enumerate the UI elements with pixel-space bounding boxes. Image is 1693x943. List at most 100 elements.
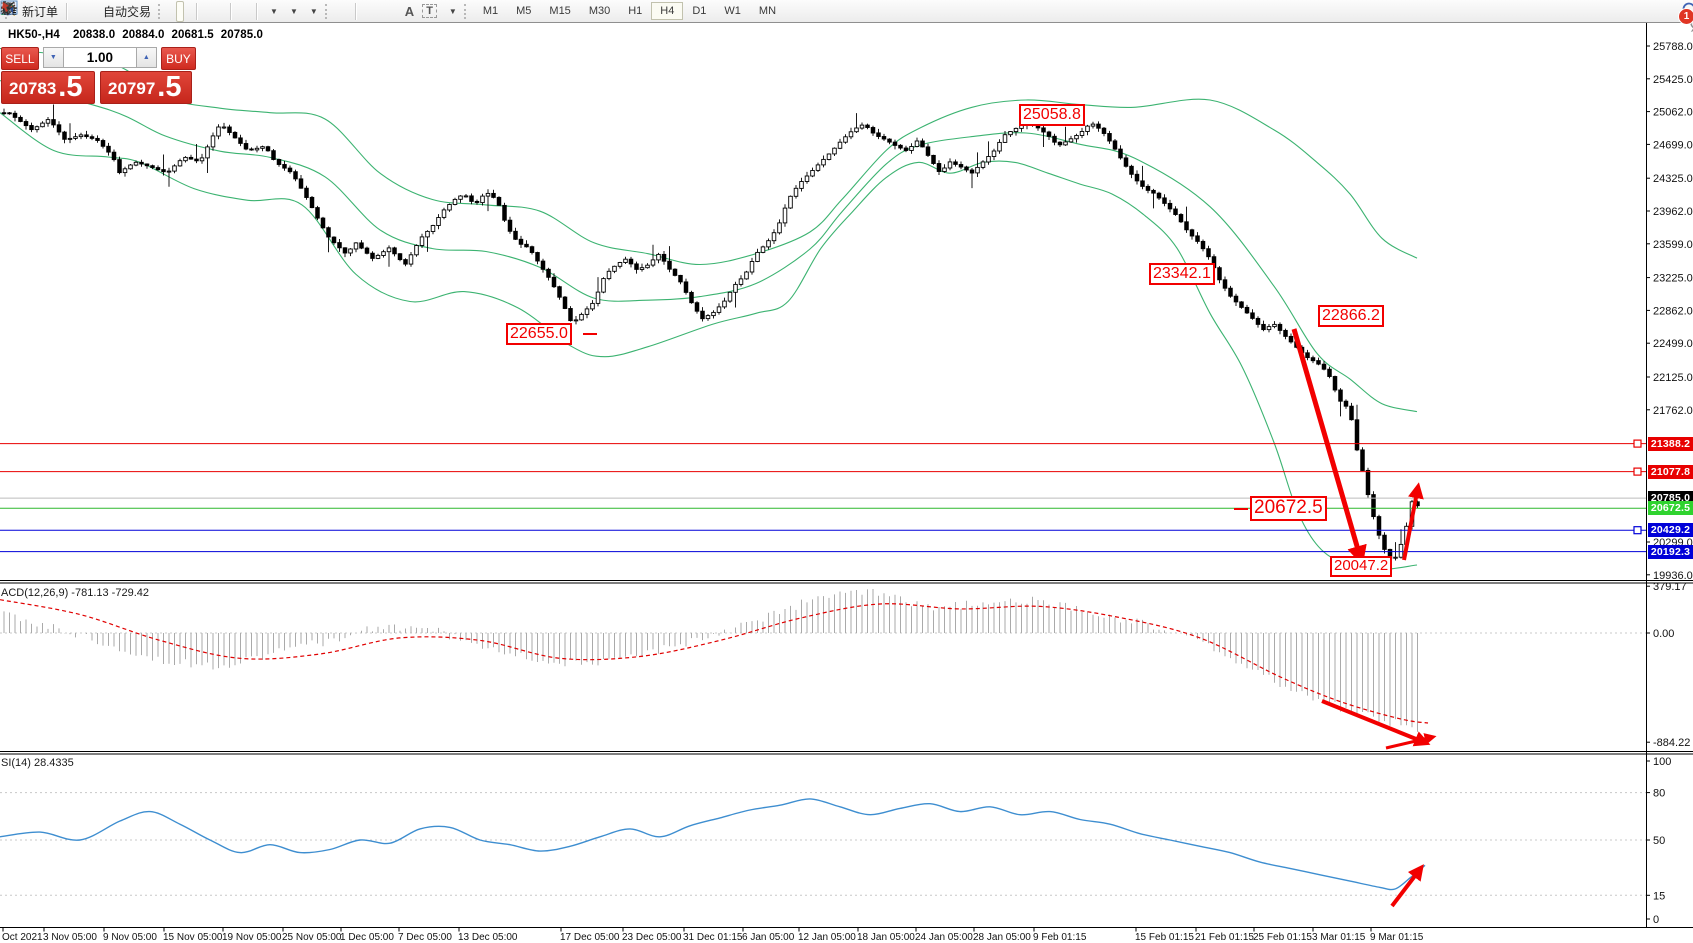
fibonacci-button[interactable]: F [393, 1, 401, 22]
svg-text:0.00: 0.00 [1653, 628, 1674, 640]
timeframe-button-d1[interactable]: D1 [683, 2, 715, 20]
time-axis-label: 7 Dec 05:00 [398, 932, 452, 943]
time-axis-label: 13 Dec 05:00 [458, 932, 518, 943]
cloud-button[interactable] [80, 1, 88, 22]
toolbar-drag-handle[interactable] [464, 4, 471, 19]
price-tag: 20429.2 [1648, 523, 1693, 537]
rsi-label: SI(14) 28.4335 [1, 757, 74, 769]
templates-button[interactable]: ▼ [302, 1, 322, 22]
timeframe-button-mn[interactable]: MN [750, 2, 785, 20]
svg-text:21762.0: 21762.0 [1653, 405, 1693, 417]
price-tag: 20672.5 [1648, 501, 1693, 515]
candlestick-chart-button[interactable] [176, 1, 184, 22]
svg-text:24325.0: 24325.0 [1653, 173, 1693, 185]
time-axis-label: 9 Feb 01:15 [1033, 932, 1087, 943]
time-axis-label: 15 Nov 05:00 [163, 932, 223, 943]
svg-text:23599.0: 23599.0 [1653, 239, 1693, 251]
macd-axis: 379.170.00-884.22 [1646, 581, 1690, 749]
equidistant-channel-button[interactable]: E [385, 1, 393, 22]
time-axis-label: 9 Nov 05:00 [103, 932, 157, 943]
timeframe-button-h4[interactable]: H4 [651, 2, 683, 20]
svg-text:15: 15 [1653, 890, 1665, 902]
candles-layer [2, 105, 1419, 561]
timeframe-button-m15[interactable]: M15 [540, 2, 579, 20]
svg-text:50: 50 [1653, 835, 1665, 847]
zoom-out-button[interactable] [210, 1, 218, 22]
timeframe-button-h1[interactable]: H1 [619, 2, 651, 20]
svg-text:24699.0: 24699.0 [1653, 139, 1693, 151]
sell-price-main: 20783 [9, 76, 56, 102]
price-callout[interactable]: 23342.1 [1149, 263, 1215, 285]
autotrading-button[interactable]: 自动交易 [96, 1, 155, 22]
vertical-line-button[interactable] [361, 1, 369, 22]
buy-button[interactable]: BUY [161, 47, 196, 70]
rsi-panel [0, 793, 1646, 896]
text-label-icon: T [422, 4, 437, 18]
time-axis-label: 18 Jan 05:00 [857, 932, 915, 943]
add-indicator-button[interactable]: ▼ [262, 1, 282, 22]
arrow-objects-button[interactable]: ▼ [441, 1, 461, 22]
sell-price-display[interactable]: 20783 .5 [1, 71, 95, 104]
svg-text:-884.22: -884.22 [1653, 737, 1690, 749]
crosshair-button[interactable] [343, 1, 351, 22]
time-axis-label: 28 Jan 05:00 [973, 932, 1031, 943]
buy-price-display[interactable]: 20797 .5 [100, 71, 192, 104]
price-callout[interactable]: 25058.8 [1019, 104, 1085, 126]
volume-input[interactable]: 1.00 [64, 47, 136, 68]
bar-chart-button[interactable] [168, 1, 176, 22]
cursor-button[interactable] [335, 1, 343, 22]
toolbar-drag-handle[interactable] [325, 4, 332, 19]
zoom-in-button[interactable] [202, 1, 210, 22]
horizontal-line-button[interactable] [369, 1, 377, 22]
ohlc-low: 20681.5 [172, 29, 214, 41]
bollinger-bands [0, 49, 1417, 570]
tile-windows-button[interactable] [218, 1, 226, 22]
svg-text:25425.0: 25425.0 [1653, 74, 1693, 86]
timeframe-button-w1[interactable]: W1 [715, 2, 750, 20]
timeframe-bar: M1M5M15M30H1H4D1W1MN [474, 2, 785, 20]
time-axis: Oct 20213 Nov 05:009 Nov 05:0015 Nov 05:… [2, 928, 1424, 943]
auto-scroll-button[interactable] [236, 1, 244, 22]
notification-badge: 1 [1678, 8, 1693, 25]
toolbar-drag-handle[interactable] [158, 4, 165, 19]
svg-text:100: 100 [1653, 756, 1671, 768]
price-callout[interactable]: 20672.5 [1250, 496, 1327, 521]
timeframe-button-m30[interactable]: M30 [580, 2, 619, 20]
buy-price-frac: .5 [157, 72, 181, 102]
text-label-tool-button[interactable]: T [418, 1, 441, 22]
price-callout[interactable]: 22655.0 [506, 323, 572, 345]
price-tag: 20192.3 [1648, 545, 1693, 559]
timeframe-button-m1[interactable]: M1 [474, 2, 507, 20]
chart-shift-button[interactable] [244, 1, 252, 22]
new-order-button[interactable]: 新订单 [15, 1, 62, 22]
time-axis-label: 31 Dec 01:15 [683, 932, 743, 943]
time-axis-label: 12 Jan 05:00 [798, 932, 856, 943]
periods-button[interactable]: ▼ [282, 1, 302, 22]
chevron-down-icon: ▼ [449, 7, 457, 16]
chart-canvas[interactable]: 25788.025425.025062.024699.024325.023962… [0, 0, 1693, 943]
deposit-button[interactable] [72, 1, 80, 22]
callout-leader-line [583, 333, 597, 335]
sell-button[interactable]: SELL [1, 47, 39, 70]
svg-text:23225.0: 23225.0 [1653, 273, 1693, 285]
time-axis-label: 24 Jan 05:00 [915, 932, 973, 943]
one-click-trading-panel: SELL ▼ 1.00 ▲ BUY 20783 .5 20797 .5 [1, 47, 196, 104]
price-callout[interactable]: 20047.2 [1330, 556, 1392, 577]
time-axis-label: 9 Mar 01:15 [1370, 932, 1424, 943]
price-callout[interactable]: 22866.2 [1318, 305, 1384, 327]
signals-button[interactable] [88, 1, 96, 22]
line-chart-button[interactable] [184, 1, 192, 22]
trendline-button[interactable] [377, 1, 385, 22]
svg-text:19936.0: 19936.0 [1653, 570, 1693, 582]
text-tool-button[interactable]: A [401, 1, 418, 22]
timeframe-button-m5[interactable]: M5 [507, 2, 540, 20]
horizontal-lines [0, 440, 1646, 551]
macd-panel [0, 589, 1646, 732]
text-tool-icon: A [405, 4, 414, 19]
volume-increase-button[interactable]: ▲ [136, 47, 157, 68]
chevron-down-icon: ▼ [270, 7, 278, 16]
ohlc-open: 20838.0 [73, 29, 115, 41]
volume-decrease-button[interactable]: ▼ [43, 47, 64, 68]
time-axis-label: 1 Dec 05:00 [340, 932, 394, 943]
price-tag: 21388.2 [1648, 437, 1693, 451]
